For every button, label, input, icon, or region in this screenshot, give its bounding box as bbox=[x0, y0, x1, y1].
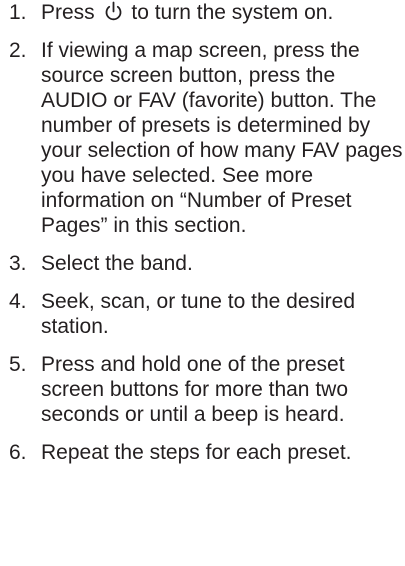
step-text: Repeat the steps for each preset. bbox=[41, 441, 352, 464]
power-icon bbox=[103, 1, 124, 22]
step-text: Press and hold one of the preset screen … bbox=[41, 353, 348, 426]
step-2: 2. If viewing a map screen, press the so… bbox=[0, 38, 405, 238]
step-number: 6. bbox=[9, 441, 27, 464]
step-text: Seek, scan, or tune to the desired stati… bbox=[41, 290, 356, 338]
step-text-before-icon: Press bbox=[41, 1, 95, 24]
step-number: 1. bbox=[9, 1, 27, 24]
step-text: If viewing a map screen, press the sourc… bbox=[41, 39, 403, 237]
step-number: 2. bbox=[9, 39, 27, 62]
step-number: 3. bbox=[9, 252, 27, 275]
instruction-list: 1. Press to turn the system on. 2. If vi… bbox=[0, 0, 405, 465]
step-text-after-icon: to turn the system on. bbox=[131, 1, 334, 24]
step-5: 5. Press and hold one of the preset scre… bbox=[0, 352, 405, 427]
step-number: 4. bbox=[9, 290, 27, 313]
step-3: 3. Select the band. bbox=[0, 251, 405, 276]
step-1: 1. Press to turn the system on. bbox=[0, 0, 405, 25]
step-6: 6. Repeat the steps for each preset. bbox=[0, 440, 405, 465]
step-4: 4. Seek, scan, or tune to the desired st… bbox=[0, 289, 405, 339]
step-number: 5. bbox=[9, 353, 27, 376]
step-text: Select the band. bbox=[41, 252, 193, 275]
